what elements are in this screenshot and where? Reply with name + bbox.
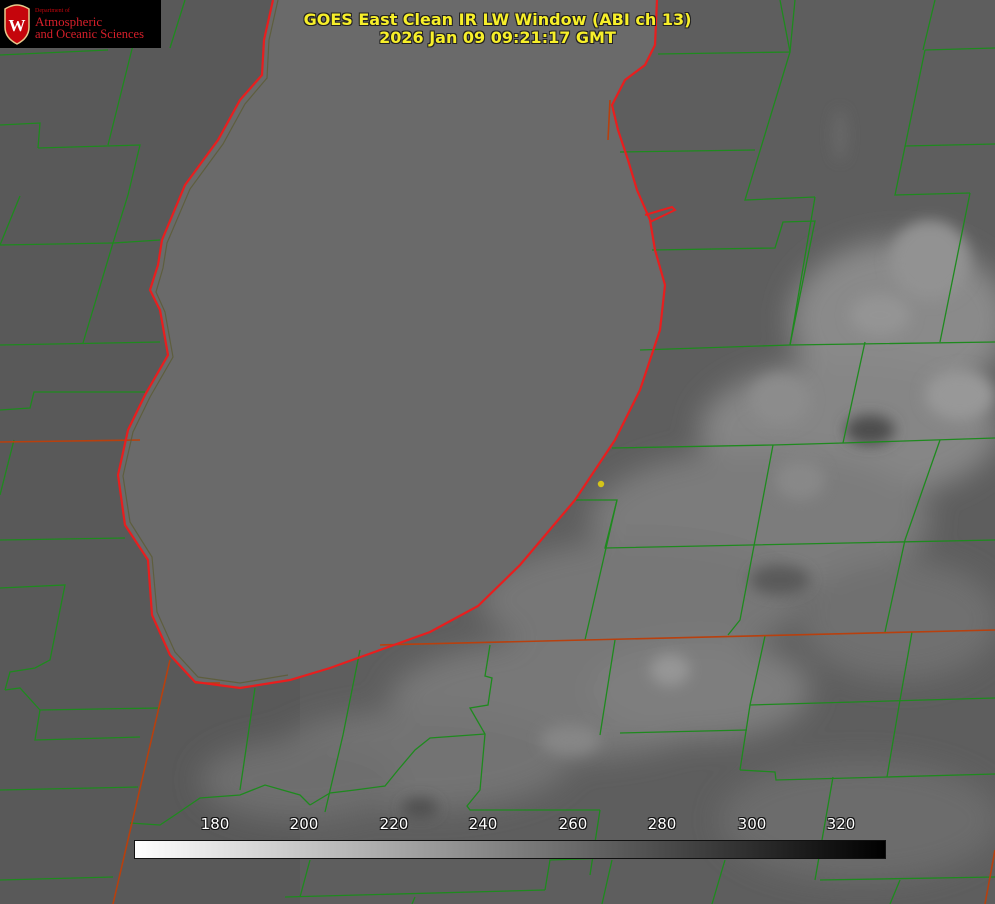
colorbar-tick: 260: [558, 815, 588, 833]
crest-letter: W: [9, 16, 26, 35]
logo-line-2: and Oceanic Sciences: [35, 27, 144, 41]
satellite-map: [0, 0, 995, 904]
colorbar-ticks: 180 200 220 240 260 280 300 320: [0, 815, 995, 835]
colorbar-tick: 200: [289, 815, 319, 833]
uw-crest-icon: W: [4, 4, 30, 45]
temperature-colorbar: [134, 840, 886, 859]
colorbar-tick: 220: [379, 815, 409, 833]
colorbar-tick: 320: [826, 815, 856, 833]
colorbar-tick: 280: [647, 815, 677, 833]
colorbar-tick: 180: [200, 815, 230, 833]
colorbar-tick: 300: [737, 815, 767, 833]
observation-marker: [597, 480, 605, 488]
colorbar-tick: 240: [468, 815, 498, 833]
aos-logo: W Department of Atmospheric and Oceanic …: [0, 0, 161, 48]
